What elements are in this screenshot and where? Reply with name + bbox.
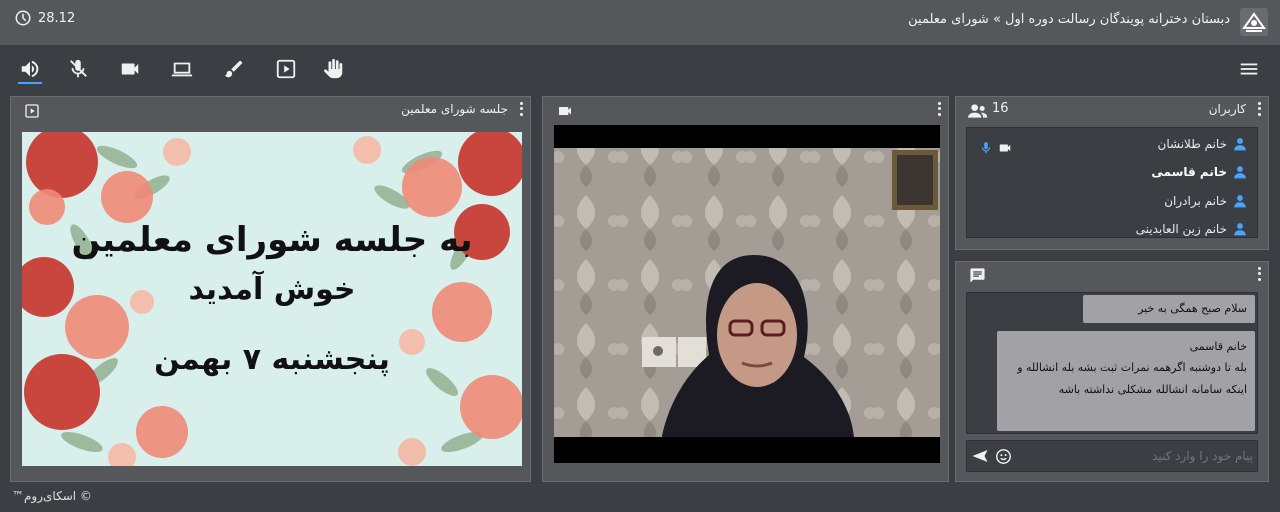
media-button[interactable] <box>274 57 298 81</box>
presentation-title: جلسه شورای معلمین <box>401 102 508 116</box>
user-item[interactable]: خانم طلانشان <box>1158 137 1247 151</box>
user-name: خانم زین العابدینی <box>1135 222 1227 236</box>
slide-heading: به جلسه شورای معلمین <box>71 220 473 260</box>
video-options-icon[interactable] <box>936 101 942 117</box>
users-icon <box>968 104 988 118</box>
camera-icon <box>121 63 139 75</box>
user-item[interactable]: خانم زین العابدینی <box>1136 222 1247 236</box>
users-count: 16 <box>992 101 1009 116</box>
user-name: خانم قاسمی <box>1151 165 1227 179</box>
raise-hand-button[interactable] <box>322 57 346 81</box>
screen-share-button[interactable] <box>170 57 194 81</box>
user-item[interactable]: خانم برادران <box>1164 194 1247 208</box>
video-panel <box>542 96 949 482</box>
presentation-slide: به جلسه شورای معلمین خوش آمدید پنجشنبه ۷… <box>22 132 522 466</box>
users-list: خانم طلانشان خانم قاسمی خانم برادران خان… <box>966 127 1258 238</box>
users-panel-header: 16 کاربران <box>956 97 1268 123</box>
video-stream[interactable] <box>554 125 940 463</box>
top-bar: 28.12 دبستان دخترانه پویندگان رسالت دوره… <box>0 0 1280 45</box>
timer-value: 28.12 <box>38 10 76 26</box>
user-name: خانم برادران <box>1164 194 1227 208</box>
chat-panel-header <box>956 262 1268 288</box>
chat-input-bar <box>966 440 1258 472</box>
brush-icon <box>224 60 243 78</box>
user-icon <box>1234 166 1246 179</box>
user-icon <box>1234 138 1246 151</box>
main-menu-button[interactable] <box>1237 57 1261 81</box>
video-panel-header <box>543 97 948 123</box>
menu-icon <box>1240 63 1258 75</box>
send-icon[interactable] <box>971 448 989 464</box>
presentation-panel-header: جلسه شورای معلمین <box>11 97 530 123</box>
speaker-button[interactable] <box>18 57 42 81</box>
video-camera-icon <box>559 107 571 115</box>
user-icon <box>1234 223 1246 236</box>
users-options-icon[interactable] <box>1256 101 1262 117</box>
chat-message: خانم قاسمی بله تا دوشنبه اگرهمه نمرات ثب… <box>997 331 1255 431</box>
user-name: خانم طلانشان <box>1157 137 1227 151</box>
chat-message-sender: خانم قاسمی <box>1189 340 1247 353</box>
presentation-play-icon[interactable] <box>24 103 40 119</box>
presentation-options-icon[interactable] <box>518 101 524 117</box>
participant-video-icon <box>554 125 940 463</box>
room-title: دبستان دخترانه پویندگان رسالت دوره اول »… <box>908 12 1230 27</box>
hand-icon <box>324 58 343 79</box>
chat-message-text: سلام صبح همگی به خیر <box>1138 302 1247 315</box>
chat-message-text: بله تا دوشنبه اگرهمه نمرات ثبت بشه بله ا… <box>1017 361 1247 396</box>
users-title: کاربران <box>1208 102 1246 116</box>
whiteboard-button[interactable] <box>222 57 246 81</box>
user-mic-icon <box>981 142 991 154</box>
camera-button[interactable] <box>118 57 142 81</box>
slide-date: پنجشنبه ۷ بهمن <box>154 342 390 377</box>
speaker-icon <box>21 60 39 78</box>
emoji-icon[interactable] <box>995 448 1012 465</box>
user-camera-icon <box>999 144 1011 152</box>
mic-off-icon <box>70 59 87 78</box>
presentation-panel: جلسه شورای معلمین به جلسه شورای معلمین خ… <box>10 96 531 482</box>
slide-welcome: خوش آمدید <box>188 272 356 307</box>
toolbar <box>0 45 1280 95</box>
session-timer: 28.12 <box>14 9 75 27</box>
school-logo-icon <box>1240 8 1268 36</box>
chat-message: سلام صبح همگی به خیر <box>1083 295 1255 323</box>
play-icon <box>276 59 296 79</box>
footer-brand: © اسکای‌روم™ <box>12 489 92 503</box>
mic-button[interactable] <box>66 57 90 81</box>
speaker-active-indicator <box>18 82 42 84</box>
chat-input[interactable] <box>1017 445 1253 467</box>
users-panel: 16 کاربران خانم طلانشان خانم قاسمی خانم … <box>955 96 1269 250</box>
chat-icon <box>970 268 985 283</box>
clock-icon <box>15 10 31 26</box>
user-icon <box>1234 195 1246 208</box>
user-item[interactable]: خانم قاسمی <box>1151 165 1247 179</box>
screen-share-icon <box>171 62 193 77</box>
chat-messages[interactable]: سلام صبح همگی به خیر خانم قاسمی بله تا د… <box>966 292 1258 434</box>
chat-options-icon[interactable] <box>1256 266 1262 282</box>
chat-panel: سلام صبح همگی به خیر خانم قاسمی بله تا د… <box>955 261 1269 482</box>
